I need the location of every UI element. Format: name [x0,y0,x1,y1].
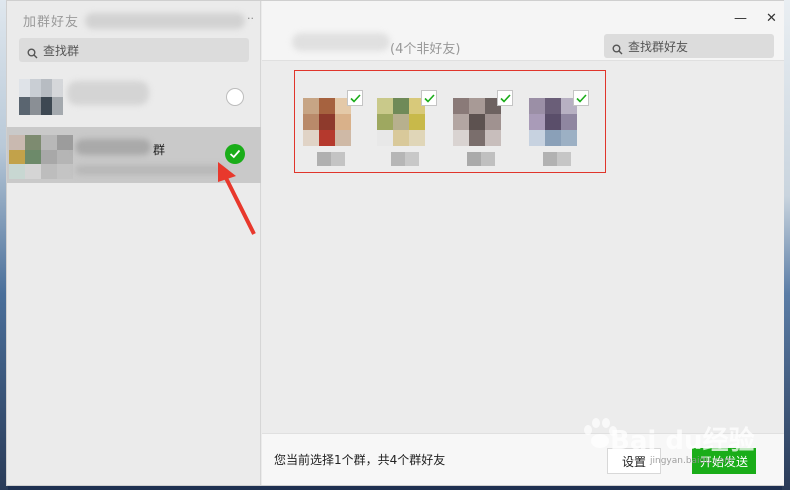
annotation-arrow [218,162,256,235]
friend-avatar [303,98,351,146]
group-row[interactable] [7,71,261,127]
friend-avatar [377,98,425,146]
friend-avatar [453,98,501,146]
friend-check-icon[interactable] [497,90,513,106]
friend-avatar [529,98,577,146]
pane-title: 加群好友 [23,15,80,30]
group-avatar [19,79,63,115]
friend-name-blurred [317,152,345,166]
friend-card[interactable] [453,90,513,172]
baidu-watermark: Bai du经验 jingyan.baidu.com [580,408,780,468]
group-name-blurred [75,139,151,155]
selection-summary: 您当前选择1个群，共4个群好友 [274,453,446,467]
friend-search-input[interactable]: 查找群好友 [604,34,774,58]
search-icon [27,44,38,63]
minimize-button[interactable]: — [734,11,747,26]
group-select-radio[interactable] [226,88,244,106]
friend-pane-header: (4个非好友) — ✕ 查找群好友 [262,1,784,61]
group-name-blurred [67,81,149,105]
friend-name-blurred [391,152,419,166]
friend-name-blurred [467,152,495,166]
search-placeholder: 查找群好友 [628,40,689,54]
non-friend-count: (4个非好友) [390,42,461,57]
friend-name-blurred [543,152,571,166]
friend-card[interactable] [303,90,363,172]
search-icon [612,40,623,59]
annotation-highlight-box [294,70,606,173]
group-subtitle-blurred [75,165,225,175]
friend-check-icon[interactable] [573,90,589,106]
group-list-pane: 加群好友 .. 查找群 群 [7,1,261,485]
watermark-url: jingyan.baidu.com [650,456,734,466]
group-name-suffix: 群 [153,143,166,157]
blurred-title-suffix [85,13,245,29]
more-icon[interactable]: .. [247,9,254,22]
close-button[interactable]: ✕ [766,11,777,26]
group-avatar [9,135,73,179]
friend-check-icon[interactable] [347,90,363,106]
friend-check-icon[interactable] [421,90,437,106]
friend-card[interactable] [529,90,589,172]
group-title-blurred [292,33,390,51]
friend-grid [262,61,784,433]
friend-card[interactable] [377,90,437,172]
watermark-text: Bai du经验 [610,426,755,456]
group-search-input[interactable]: 查找群 [19,38,249,62]
search-placeholder: 查找群 [43,44,80,58]
